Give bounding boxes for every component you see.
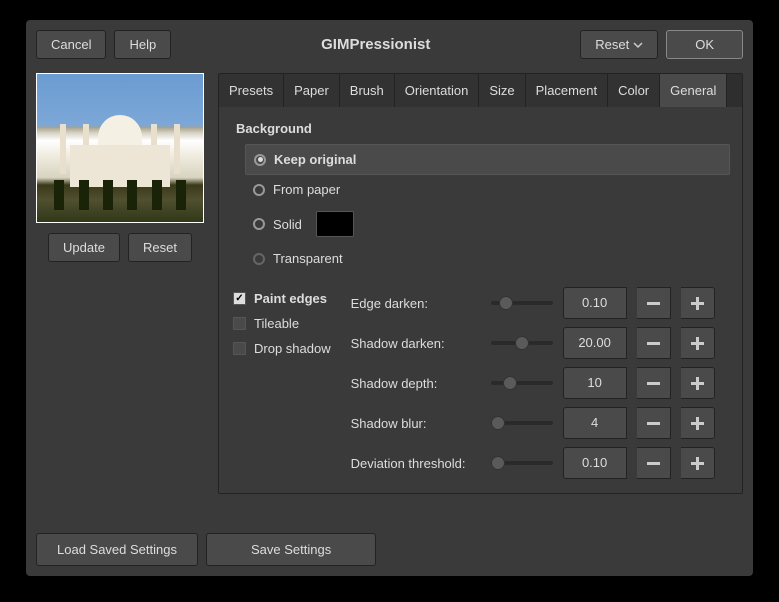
checkbox-icon: ✓ [233, 292, 246, 305]
increment-button[interactable] [681, 327, 715, 359]
dialog-window: Cancel Help GIMPressionist Reset OK Upda… [26, 20, 753, 576]
radio-label: From paper [273, 182, 340, 197]
decrement-button[interactable] [637, 327, 671, 359]
tab-presets[interactable]: Presets [219, 74, 284, 107]
radio-label: Transparent [273, 251, 343, 266]
slider-track[interactable] [491, 421, 553, 425]
update-button[interactable]: Update [48, 233, 120, 262]
slider-deviation: Deviation threshold: 0.10 [351, 447, 730, 479]
radio-icon [253, 253, 265, 265]
slider-label: Shadow depth: [351, 376, 481, 391]
checkbox-icon [233, 342, 246, 355]
tab-placement[interactable]: Placement [526, 74, 608, 107]
slider-thumb[interactable] [491, 456, 505, 470]
plus-icon [691, 382, 704, 385]
plus-icon [691, 462, 704, 465]
help-button[interactable]: Help [114, 30, 171, 59]
solid-color-swatch[interactable] [316, 211, 354, 237]
save-settings-button[interactable]: Save Settings [206, 533, 376, 566]
settings-panel: Presets Paper Brush Orientation Size Pla… [218, 73, 743, 494]
check-label: Tileable [254, 316, 299, 331]
plus-icon [691, 302, 704, 305]
radio-solid[interactable]: Solid [245, 204, 730, 244]
preview-panel: Update Reset [36, 73, 204, 494]
load-settings-button[interactable]: Load Saved Settings [36, 533, 198, 566]
background-section-label: Background [231, 121, 730, 136]
slider-thumb[interactable] [491, 416, 505, 430]
tab-orientation[interactable]: Orientation [395, 74, 480, 107]
increment-button[interactable] [681, 367, 715, 399]
increment-button[interactable] [681, 407, 715, 439]
radio-icon [254, 154, 266, 166]
slider-shadow-depth: Shadow depth: 10 [351, 367, 730, 399]
background-radio-group: Keep original From paper Solid Transpare… [245, 144, 730, 273]
ok-button[interactable]: OK [666, 30, 743, 59]
radio-label: Solid [273, 217, 302, 232]
slider-label: Edge darken: [351, 296, 481, 311]
slider-track[interactable] [491, 301, 553, 305]
slider-label: Shadow blur: [351, 416, 481, 431]
slider-label: Shadow darken: [351, 336, 481, 351]
increment-button[interactable] [681, 447, 715, 479]
slider-value-input[interactable]: 0.10 [563, 287, 627, 319]
cancel-button[interactable]: Cancel [36, 30, 106, 59]
check-label: Paint edges [254, 291, 327, 306]
minus-icon [647, 462, 660, 465]
slider-value-input[interactable]: 0.10 [563, 447, 627, 479]
slider-thumb[interactable] [515, 336, 529, 350]
tab-size[interactable]: Size [479, 74, 525, 107]
slider-value-input[interactable]: 20.00 [563, 327, 627, 359]
minus-icon [647, 342, 660, 345]
slider-edge-darken: Edge darken: 0.10 [351, 287, 730, 319]
preview-image [36, 73, 204, 223]
minus-icon [647, 422, 660, 425]
slider-label: Deviation threshold: [351, 456, 481, 471]
plus-icon [691, 342, 704, 345]
slider-thumb[interactable] [503, 376, 517, 390]
radio-from-paper[interactable]: From paper [245, 175, 730, 204]
tab-bar: Presets Paper Brush Orientation Size Pla… [219, 74, 742, 107]
reset-dropdown-button[interactable]: Reset [580, 30, 658, 59]
title-bar: Cancel Help GIMPressionist Reset OK [36, 30, 743, 59]
check-tileable[interactable]: Tileable [233, 316, 331, 331]
reset-label: Reset [595, 37, 629, 52]
tab-paper[interactable]: Paper [284, 74, 340, 107]
radio-icon [253, 184, 265, 196]
check-paint-edges[interactable]: ✓ Paint edges [233, 291, 331, 306]
radio-keep-original[interactable]: Keep original [245, 144, 730, 175]
decrement-button[interactable] [637, 287, 671, 319]
checkbox-icon [233, 317, 246, 330]
slider-shadow-blur: Shadow blur: 4 [351, 407, 730, 439]
preview-reset-button[interactable]: Reset [128, 233, 192, 262]
slider-value-input[interactable]: 4 [563, 407, 627, 439]
radio-transparent: Transparent [245, 244, 730, 273]
check-drop-shadow[interactable]: Drop shadow [233, 341, 331, 356]
minus-icon [647, 382, 660, 385]
slider-track[interactable] [491, 461, 553, 465]
increment-button[interactable] [681, 287, 715, 319]
decrement-button[interactable] [637, 407, 671, 439]
minus-icon [647, 302, 660, 305]
check-label: Drop shadow [254, 341, 331, 356]
dialog-title: GIMPressionist [179, 36, 572, 53]
radio-label: Keep original [274, 152, 356, 167]
tab-color[interactable]: Color [608, 74, 660, 107]
slider-value-input[interactable]: 10 [563, 367, 627, 399]
slider-shadow-darken: Shadow darken: 20.00 [351, 327, 730, 359]
slider-thumb[interactable] [499, 296, 513, 310]
decrement-button[interactable] [637, 367, 671, 399]
decrement-button[interactable] [637, 447, 671, 479]
chevron-down-icon [633, 40, 643, 50]
plus-icon [691, 422, 704, 425]
tab-general[interactable]: General [660, 74, 727, 107]
tab-brush[interactable]: Brush [340, 74, 395, 107]
slider-track[interactable] [491, 341, 553, 345]
slider-track[interactable] [491, 381, 553, 385]
radio-icon [253, 218, 265, 230]
